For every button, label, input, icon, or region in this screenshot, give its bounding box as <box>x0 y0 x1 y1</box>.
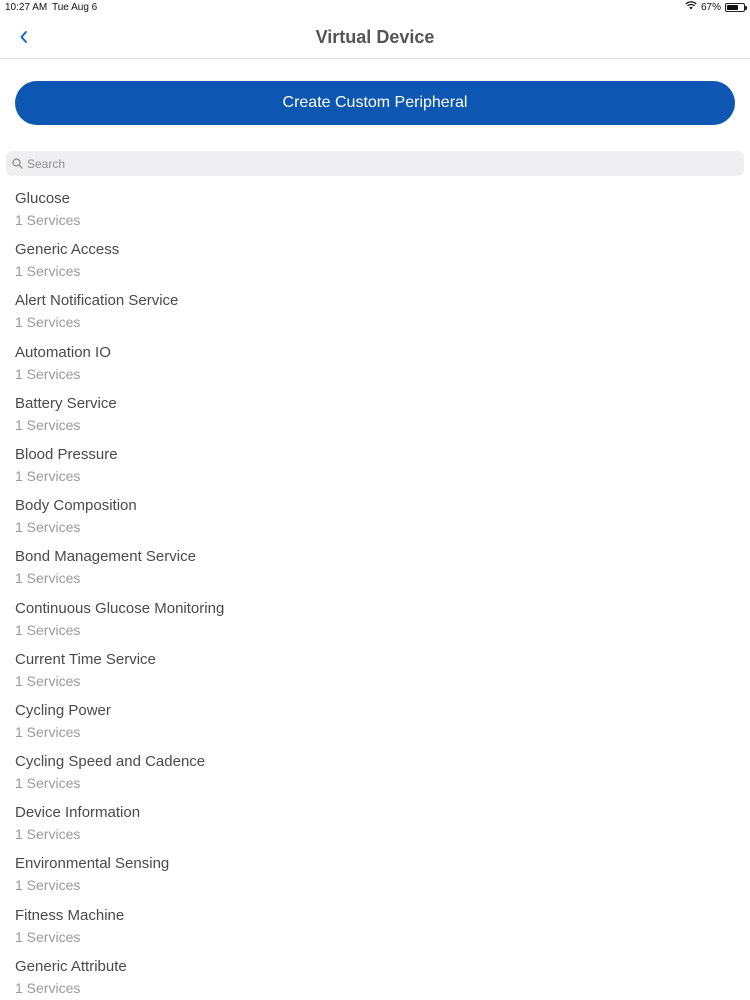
peripheral-name: Battery Service <box>15 394 117 412</box>
peripheral-name: Fitness Machine <box>15 906 125 924</box>
peripheral-name: Environmental Sensing <box>15 855 170 873</box>
peripheral-name: Automation IO <box>15 343 111 361</box>
peripheral-name: Body Composition <box>15 497 137 515</box>
peripheral-name: Glucose <box>15 190 71 207</box>
list-item[interactable]: Alert Notification Service 1 Services <box>0 291 750 342</box>
peripheral-name: Device Information <box>15 804 141 822</box>
list-item[interactable]: Cycling Power 1 Services <box>0 701 750 752</box>
list-item[interactable]: Device Information 1 Services <box>0 803 750 854</box>
peripheral-name: Cycling Power <box>15 701 111 719</box>
list-item[interactable]: Bond Management Service 1 Services <box>0 547 750 598</box>
peripheral-services-count: 1 Services <box>15 826 81 843</box>
search-input[interactable] <box>27 156 727 171</box>
peripheral-services-count: 1 Services <box>15 519 81 536</box>
peripheral-services-count: 1 Services <box>15 621 81 638</box>
create-custom-peripheral-button[interactable]: Create Custom Peripheral <box>15 81 735 125</box>
list-item[interactable]: Automation IO 1 Services <box>0 343 750 394</box>
list-item[interactable]: Current Time Service 1 Services <box>0 650 750 701</box>
peripheral-name: Blood Pressure <box>15 445 118 463</box>
peripheral-services-count: 1 Services <box>15 928 81 945</box>
page-title: Virtual Device <box>315 27 435 47</box>
peripheral-services-count: 1 Services <box>15 365 81 382</box>
peripheral-services-count: 1 Services <box>15 314 81 331</box>
peripheral-name: Bond Management Service <box>15 548 196 566</box>
status-time: 10:27 AM <box>5 2 48 13</box>
list-item[interactable]: Fitness Machine 1 Services <box>0 906 750 957</box>
peripheral-name: Alert Notification Service <box>15 292 179 310</box>
search-icon <box>12 158 23 169</box>
list-item[interactable]: Blood Pressure 1 Services <box>0 445 750 496</box>
navigation-bar: Virtual Device <box>0 16 750 59</box>
list-item[interactable]: Body Composition 1 Services <box>0 496 750 547</box>
battery-icon <box>725 2 747 12</box>
peripheral-services-count: 1 Services <box>15 416 81 433</box>
search-bar[interactable] <box>6 151 744 176</box>
list-item[interactable]: Glucose 1 Services <box>0 189 750 240</box>
list-item[interactable]: Environmental Sensing 1 Services <box>0 854 750 905</box>
peripheral-services-count: 1 Services <box>15 672 81 689</box>
list-item[interactable]: Cycling Speed and Cadence 1 Services <box>0 752 750 803</box>
peripheral-services-count: 1 Services <box>15 877 81 894</box>
peripheral-services-count: 1 Services <box>15 467 81 484</box>
list-item[interactable]: Generic Access 1 Services <box>0 240 750 291</box>
peripheral-services-count: 1 Services <box>15 570 81 587</box>
status-right: 67% <box>685 1 747 13</box>
peripheral-services-count: 1 Services <box>15 263 81 280</box>
peripheral-name: Cycling Speed and Cadence <box>15 753 206 771</box>
status-date: Tue Aug 6 <box>52 2 98 13</box>
peripheral-name: Current Time Service <box>15 650 156 668</box>
peripheral-list: Glucose 1 Services Generic Access 1 Service… <box>0 189 750 1000</box>
peripheral-name: Continuous Glucose Monitoring <box>15 599 225 617</box>
wifi-icon <box>685 1 697 13</box>
peripheral-name: Generic Attribute <box>15 957 127 975</box>
peripheral-services-count: 1 Services <box>15 723 81 740</box>
status-bar: 10:27 AM Tue Aug 6 67% <box>0 0 750 16</box>
list-item[interactable]: Generic Attribute 1 Services <box>0 957 750 1000</box>
list-item[interactable]: Battery Service 1 Services <box>0 394 750 445</box>
list-item[interactable]: Continuous Glucose Monitoring 1 Services <box>0 599 750 650</box>
peripheral-services-count: 1 Services <box>15 212 81 228</box>
peripheral-services-count: 1 Services <box>15 979 81 996</box>
battery-percent: 67% <box>700 1 721 13</box>
peripheral-name: Generic Access <box>15 241 120 259</box>
peripheral-services-count: 1 Services <box>15 775 81 792</box>
